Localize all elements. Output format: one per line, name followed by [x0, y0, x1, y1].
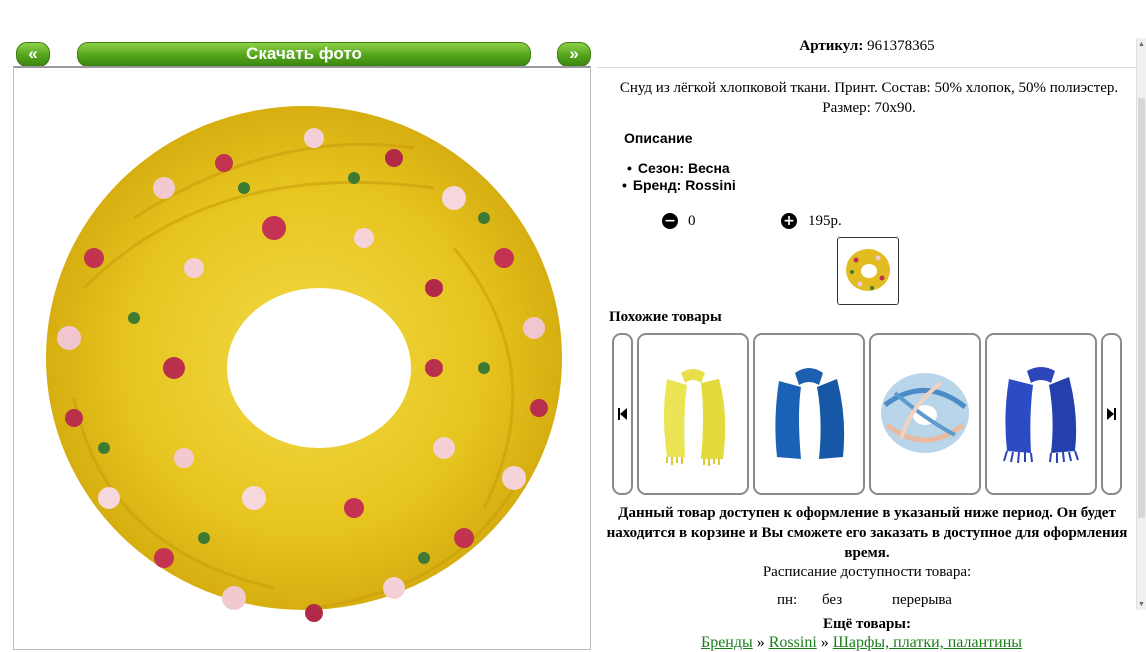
breadcrumb-separator: » [820, 634, 829, 651]
schedule-title: Расписание доступности товара: [762, 564, 972, 580]
more-products-title: Ещё товары: [822, 616, 912, 632]
download-photo-button[interactable]: Скачать фото [77, 42, 531, 66]
property-brand: Бренд: Rossini [622, 177, 736, 194]
carousel-prev-button[interactable] [612, 333, 633, 495]
breadcrumb-brands-link[interactable]: Бренды [701, 634, 753, 651]
divider [597, 67, 1137, 68]
yellow-scarf-image [664, 369, 726, 466]
price: 195р. [808, 213, 842, 229]
product-description: Снуд из лёгкой хлопковой ткани. Принт. С… [619, 80, 1119, 116]
article-label: Артикул: [799, 38, 864, 54]
snood-thumbnail-icon [846, 249, 890, 291]
skip-forward-icon [1107, 408, 1116, 420]
quantity-value: 0 [688, 213, 696, 229]
availability-notice: Данный товар доступен к оформление в ука… [606, 505, 1128, 561]
similar-product-card[interactable] [753, 333, 865, 495]
property-list: Сезон: Весна Бренд: Rossini [627, 160, 736, 194]
schedule-from: без [822, 592, 843, 608]
photo-thumbnail[interactable] [837, 237, 899, 305]
schedule-day: пн: [777, 592, 798, 608]
plus-icon[interactable]: + [781, 213, 797, 229]
breadcrumb-separator: » [756, 634, 765, 651]
schedule-to: перерыва [892, 592, 952, 608]
similar-product-card[interactable] [869, 333, 981, 495]
next-photo-button[interactable]: » [557, 42, 591, 66]
scroll-down-icon[interactable]: ▼ [1138, 600, 1145, 608]
prev-photo-button[interactable]: « [16, 42, 50, 66]
product-photo [13, 66, 591, 650]
scroll-up-icon[interactable]: ▲ [1138, 40, 1145, 48]
breadcrumb-scarves-link[interactable]: Шарфы, платки, палантины [833, 634, 1022, 651]
snood-image [46, 106, 562, 622]
blue-scarf-image [775, 368, 845, 459]
minus-icon[interactable]: − [662, 213, 678, 229]
blue-white-snood-image [881, 373, 969, 453]
breadcrumb-rossini-link[interactable]: Rossini [769, 634, 817, 651]
breadcrumb: Бренды » Rossini » Шарфы, платки, палант… [701, 634, 1022, 652]
property-season: Сезон: Весна [627, 160, 736, 177]
description-title: Описание [624, 130, 693, 146]
carousel-next-button[interactable] [1101, 333, 1122, 495]
skip-back-icon [618, 408, 627, 420]
vertical-scrollbar[interactable]: ▲ ▼ [1136, 38, 1146, 610]
similar-product-card[interactable] [637, 333, 749, 495]
article-value: 961378365 [867, 38, 935, 54]
similar-product-card[interactable] [985, 333, 1097, 495]
blue-fringe-scarf-image [1003, 367, 1079, 464]
article-number: Артикул: 961378365 [597, 38, 1137, 55]
similar-products-title: Похожие товары [609, 309, 722, 325]
scroll-thumb[interactable] [1138, 98, 1145, 518]
